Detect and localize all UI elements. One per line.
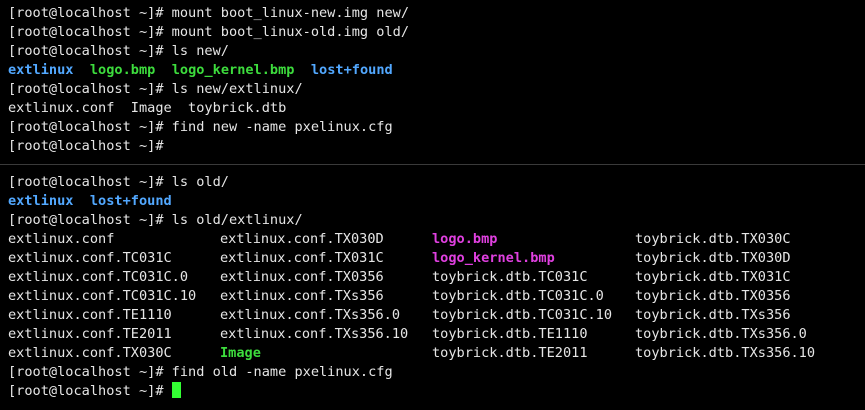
executable-name: logo.bmp bbox=[89, 62, 156, 78]
terminal-line: [root@localhost ~]# ls new/ bbox=[8, 42, 865, 61]
output-text: extlinux.conf.TX0356 bbox=[220, 269, 384, 285]
output-text: toybrick.dtb.TC031C.10 bbox=[432, 307, 613, 323]
bottom-output-before: [root@localhost ~]# ls old/extlinux lost… bbox=[8, 173, 865, 230]
directory-name: lost+found bbox=[310, 62, 393, 78]
output-text: extlinux.conf.TE2011 bbox=[8, 326, 172, 342]
output-text: extlinux.conf.TE1110 bbox=[8, 307, 172, 323]
output-text: [root@localhost ~]# ls old/ bbox=[8, 174, 229, 190]
output-text: toybrick.dtb.TE1110 bbox=[432, 326, 588, 342]
output-text: [root@localhost ~]# find new -name pxeli… bbox=[8, 119, 393, 135]
executable-name: Image bbox=[220, 345, 261, 361]
output-text: toybrick.dtb.TXs356.10 bbox=[635, 345, 816, 361]
terminal-line: [root@localhost ~]# bbox=[8, 137, 865, 156]
output-text: toybrick.dtb.TX031C bbox=[635, 269, 791, 285]
output-text: [root@localhost ~]# mount boot_linux-old… bbox=[8, 24, 410, 40]
output-text: toybrick.dtb.TXs356.0 bbox=[635, 326, 807, 342]
output-text: toybrick.dtb.TE2011 bbox=[432, 345, 588, 361]
output-text: extlinux.conf.TC031C.0 bbox=[8, 269, 189, 285]
terminal-pane-bottom[interactable]: [root@localhost ~]# ls old/extlinux lost… bbox=[0, 173, 865, 405]
executable-name: logo_kernel.bmp bbox=[171, 62, 295, 78]
output-text: [root@localhost ~]# ls new/ bbox=[8, 43, 229, 59]
output-text: [root@localhost ~]# find old -name pxeli… bbox=[8, 364, 393, 380]
output-text: extlinux.conf.TC031C bbox=[8, 250, 172, 266]
output-text: toybrick.dtb.TXs356 bbox=[635, 307, 791, 323]
image-file-name: logo.bmp bbox=[432, 231, 498, 247]
output-text: toybrick.dtb.TX0356 bbox=[635, 288, 791, 304]
output-text: extlinux.conf bbox=[8, 231, 115, 247]
output-text: extlinux.conf.TXs356.0 bbox=[220, 307, 401, 323]
output-text: extlinux.conf Image toybrick.dtb bbox=[8, 100, 287, 116]
terminal-line: extlinux lost+found bbox=[8, 192, 865, 211]
terminal-line: [root@localhost ~]# ls old/extlinux/ bbox=[8, 211, 865, 230]
terminal-line: [root@localhost ~]# find new -name pxeli… bbox=[8, 118, 865, 137]
bottom-output-after: [root@localhost ~]# find old -name pxeli… bbox=[8, 363, 865, 382]
extlinux-listing: extlinux.conf extlinux.conf.TX030D logo.bm… bbox=[8, 230, 865, 363]
output-text: toybrick.dtb.TX030D bbox=[635, 250, 791, 266]
top-output: [root@localhost ~]# mount boot_linux-new… bbox=[8, 4, 865, 156]
output-text: extlinux.conf.TXs356.10 bbox=[220, 326, 409, 342]
cursor bbox=[171, 382, 181, 398]
active-prompt-line[interactable]: [root@localhost ~]# bbox=[8, 382, 865, 401]
output-text: extlinux.conf.TX031C bbox=[220, 250, 384, 266]
directory-name: extlinux bbox=[8, 193, 74, 209]
terminal-line: extlinux logo.bmp logo_kernel.bmp lost+f… bbox=[8, 61, 865, 80]
pane-divider[interactable] bbox=[0, 164, 865, 165]
output-text: extlinux.conf.TX030D bbox=[220, 231, 384, 247]
terminal-line: [root@localhost ~]# ls new/extlinux/ bbox=[8, 80, 865, 99]
directory-name: extlinux bbox=[8, 62, 74, 78]
output-text: toybrick.dtb.TC031C.0 bbox=[432, 288, 604, 304]
output-text: [root@localhost ~]# ls old/extlinux/ bbox=[8, 212, 303, 228]
output-text: [root@localhost ~]# bbox=[8, 138, 164, 154]
terminal-line: [root@localhost ~]# mount boot_linux-old… bbox=[8, 23, 865, 42]
output-text: [root@localhost ~]# mount boot_linux-new… bbox=[8, 5, 410, 21]
output-text: [root@localhost ~]# ls new/extlinux/ bbox=[8, 81, 303, 97]
terminal-line: extlinux.conf Image toybrick.dtb bbox=[8, 99, 865, 118]
output-text: extlinux.conf.TX030C bbox=[8, 345, 172, 361]
terminal-line: [root@localhost ~]# ls old/ bbox=[8, 173, 865, 192]
terminal-line: [root@localhost ~]# mount boot_linux-new… bbox=[8, 4, 865, 23]
output-text: extlinux.conf.TXs356 bbox=[220, 288, 384, 304]
output-text: toybrick.dtb.TC031C bbox=[432, 269, 588, 285]
prompt: [root@localhost ~]# bbox=[8, 383, 172, 399]
output-text: extlinux.conf.TC031C.10 bbox=[8, 288, 197, 304]
terminal-pane-top[interactable]: [root@localhost ~]# mount boot_linux-new… bbox=[0, 4, 865, 162]
terminal-line: [root@localhost ~]# find old -name pxeli… bbox=[8, 363, 865, 382]
image-file-name: logo_kernel.bmp bbox=[432, 250, 555, 266]
output-text: toybrick.dtb.TX030C bbox=[635, 231, 791, 247]
directory-name: lost+found bbox=[89, 193, 172, 209]
